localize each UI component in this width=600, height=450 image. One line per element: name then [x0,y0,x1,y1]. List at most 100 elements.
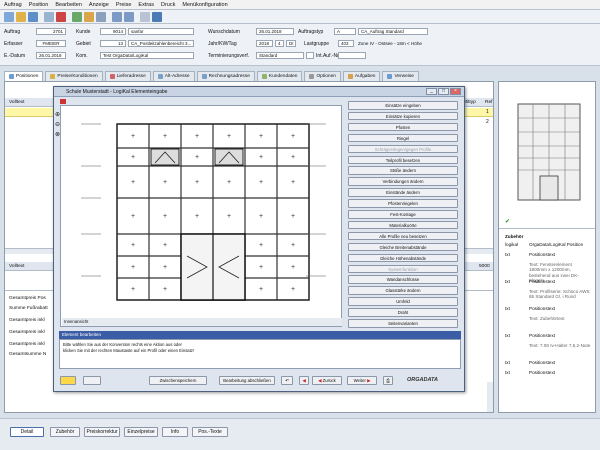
preiskorrektur-button[interactable]: Preiskorrektur [84,427,120,437]
weiter-button[interactable]: Weiter ▶ [347,376,377,385]
element-canvas[interactable]: ++++++++++++++++++++++++++++++++++++++++… [60,105,342,327]
menu-druck[interactable]: Druck [161,2,175,8]
vertical-scrollbar[interactable] [487,382,493,412]
glass-pane: + [259,242,263,249]
element-thumbnail[interactable] [500,98,596,210]
kw-field[interactable]: 4 [275,40,284,47]
dialog-action-button[interactable]: Wandanschlüsse [348,275,458,284]
glass-pane: + [259,179,263,186]
intauf-field[interactable] [338,52,366,59]
gebiet-field[interactable]: 13 [100,40,126,47]
dialog-action-button[interactable]: Einsätze eingeben [348,101,458,110]
tab-optionen[interactable]: Optionen [304,71,341,81]
dialog-action-button[interactable]: Teilprofil besetzen [348,155,458,164]
dialog-action-button[interactable]: Glasstärke ändern [348,286,458,295]
dialog-action-button[interactable]: Pfostenriegelen [348,199,458,208]
pos-texte-button[interactable]: Pos.-Texte [192,427,228,437]
back-icon[interactable] [112,12,122,22]
close-button[interactable]: × [450,88,461,95]
save-icon[interactable] [28,12,38,22]
dialog-action-button[interactable]: Einstände ändern [348,188,458,197]
tab-preise[interactable]: Preise/Konditionen [45,71,103,81]
tab-lieferadresse[interactable]: Lieferadresse [104,71,151,81]
edatum-field[interactable]: 26.01.2018 [36,52,66,59]
forward-icon[interactable] [124,12,134,22]
glass-pane: + [291,242,295,249]
lastgruppe-name: Zone IV - Ostsee - 18m < Höhe [358,41,422,46]
erfasser-field[interactable]: FMEIER [36,40,66,47]
dialog-action-button[interactable]: Gleiche Breitenabstände [348,242,458,252]
zubehor-value: Text: 7.06 Iv-Halter 7,6,2-Nute [529,343,591,348]
dialog-action-button[interactable]: Seitenvarianten [348,319,458,328]
wunschdatum-field[interactable]: 26.01.2018 [256,28,294,35]
dialog-action-button[interactable]: Systemfunktion [348,264,458,273]
tab-positionen[interactable]: Positionen [4,71,44,81]
tool-icon[interactable] [84,12,94,22]
pointer-icon[interactable] [83,376,101,385]
dialog-action-button[interactable]: Materialkuörte [348,220,458,230]
menu-auftrag[interactable]: Auftrag [4,2,22,8]
kom-field[interactable]: Test OrgaData/LogiKal [100,52,194,59]
glass-pane: + [131,286,135,293]
auftragstyp-name-field[interactable]: CA_Auftrag Standard [358,28,428,35]
detail-button[interactable]: Detail [10,427,44,437]
undo-icon[interactable]: ↶ [281,376,293,385]
tab-altadresse[interactable]: Alt-Adresse [152,71,195,81]
help-icon[interactable] [152,12,162,22]
dialog-action-button[interactable]: Draht [348,308,458,317]
maximize-button[interactable]: □ [438,88,449,95]
lastgruppe-field[interactable]: 403 [338,40,354,47]
ok-icon[interactable] [72,12,82,22]
dialog-action-button[interactable]: Pfosten [348,122,458,132]
facade-drawing[interactable]: ++++++++++++++++++++++++++++++++++++++++… [61,106,341,318]
zubehor-value: Positionstext [529,306,556,311]
dialog-action-button[interactable]: Umfeld [348,297,458,306]
kunde-field[interactable]: 9014 [100,28,126,35]
dialog-action-button[interactable]: Verbindungen ändern [348,177,458,186]
tab-kundendaten[interactable]: Kundendaten [256,71,303,81]
menu-bearbeiten[interactable]: Bearbeiten [55,2,82,8]
kunde-name-field[interactable]: sanfar [128,28,194,35]
jahr-field[interactable]: 2018 [256,40,273,47]
zwischenspeichern-button[interactable]: Zwischenspeichern [149,376,207,385]
dialog-action-button[interactable]: Riegel [348,133,458,143]
dialog-action-button[interactable]: Alle Profile neu besetzen [348,231,458,241]
dialog-action-button[interactable]: Fest-Kostage [348,210,458,219]
tab-verweise[interactable]: Verweise [382,71,419,81]
tab-rechnungsadresse[interactable]: Rechnungsadresse [196,71,255,81]
first-icon[interactable]: ◀ [299,376,309,385]
menu-position[interactable]: Position [29,2,49,8]
delete-icon[interactable] [56,12,66,22]
minimize-button[interactable]: _ [426,88,437,95]
abschliessen-button[interactable]: Bearbeitung abschließen [219,376,275,385]
zubehor-button[interactable]: Zubehör [50,427,80,437]
auftrag-field[interactable]: 2701 [36,28,66,35]
menu-anzeige[interactable]: Anzeige [89,2,109,8]
menu-extras[interactable]: Extras [138,2,154,8]
view-icon[interactable] [60,376,76,385]
copy-icon[interactable] [96,12,106,22]
dialog-action-button[interactable]: Gleiche Höhenabstände [348,253,458,263]
tag-field[interactable]: DI [286,40,296,47]
dialog-action-button[interactable]: Schrägverlegen/gegen Profile [348,144,458,154]
open-icon[interactable] [16,12,26,22]
dialog-action-button[interactable]: Einsätze kopieren [348,111,458,121]
info-button[interactable]: Info [162,427,188,437]
glass-pane: + [195,154,199,161]
print-icon[interactable]: ⎙ [383,376,393,385]
drawing-tool-icon[interactable] [60,99,66,104]
print-icon[interactable] [44,12,54,22]
termin-select[interactable]: Standard [256,52,304,59]
einzelpreise-button[interactable]: Einzelpreise [124,427,158,437]
calc-icon[interactable] [140,12,150,22]
menu-menukonfiguration[interactable]: Menükonfiguration [182,2,227,8]
auftragstyp-field[interactable]: A [334,28,356,35]
gebiet-name-field[interactable]: CA_PostleitzahlenbereichI 3... [128,40,194,47]
auftragstyp-label: Auftragstyp [298,29,324,35]
new-icon[interactable] [4,12,14,22]
intauf-checkbox[interactable] [306,52,314,59]
zurueck-button[interactable]: ◀ Zurück [312,376,342,385]
dialog-action-button[interactable]: Stöße ändern [348,166,458,175]
tab-aufgaben[interactable]: Aufgaben [342,71,381,81]
menu-preise[interactable]: Preise [116,2,132,8]
